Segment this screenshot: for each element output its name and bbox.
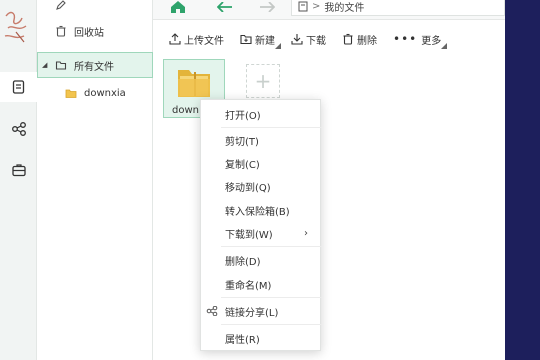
menu-item-label: 打开(O)	[225, 110, 261, 122]
menu-item-properties[interactable]: 属性(R)	[201, 327, 322, 349]
menu-item-label: 删除(D)	[225, 256, 261, 268]
delete-button[interactable]: 删除	[342, 32, 377, 47]
new-folder-icon	[240, 34, 252, 45]
arrow-right-icon	[260, 2, 275, 12]
menu-separator	[221, 127, 322, 128]
more-button[interactable]: ••• 更多	[393, 32, 448, 49]
home-icon	[171, 1, 185, 13]
share-icon	[11, 122, 26, 136]
menu-item-link-share[interactable]: 链接分享(L)	[201, 300, 322, 322]
files-icon	[12, 80, 24, 94]
tree-item-all-files[interactable]: ◢ 所有文件	[37, 52, 153, 78]
tree-item-edit[interactable]	[37, 0, 153, 18]
download-button[interactable]: 下载	[291, 32, 326, 47]
new-label: 新建	[255, 35, 275, 47]
breadcrumb-separator: >	[312, 0, 321, 12]
folder-icon	[55, 59, 67, 71]
expand-caret-icon[interactable]: ◢	[42, 61, 47, 69]
dropdown-corner-icon	[275, 42, 281, 49]
rail-toolbox-button[interactable]	[0, 155, 37, 185]
more-dots-icon: •••	[393, 32, 418, 46]
upload-button[interactable]: 上传文件	[169, 32, 224, 47]
tree-item-downxia[interactable]: downxia	[37, 80, 153, 106]
path-breadcrumb[interactable]: > 我的文件	[291, 0, 505, 16]
breadcrumb-root[interactable]: 我的文件	[324, 0, 364, 14]
tree-item-label: 回收站	[74, 27, 104, 39]
folder-tree: 回收站 ◢ 所有文件 downxia	[37, 0, 153, 360]
context-menu: 打开(O) 剪切(T) 复制(C) 移动到(Q) 转入保险箱(B) 下载到(W)…	[200, 99, 322, 351]
menu-separator	[221, 246, 322, 247]
menu-item-rename[interactable]: 重命名(M)	[201, 273, 322, 295]
menu-item-delete[interactable]: 删除(D)	[201, 249, 322, 271]
submenu-arrow-icon: ›	[304, 227, 308, 239]
document-icon	[298, 1, 308, 11]
add-item-button[interactable]: +	[246, 64, 280, 98]
menu-item-open[interactable]: 打开(O)	[201, 103, 322, 125]
menu-item-cut[interactable]: 剪切(T)	[201, 129, 322, 151]
file-name: down	[172, 105, 199, 116]
tree-item-recycle-bin[interactable]: 回收站	[37, 18, 153, 44]
briefcase-icon	[11, 164, 26, 177]
home-button[interactable]	[167, 0, 189, 14]
toolbar: 上传文件 新建 下载 删除 ••• 更多	[153, 24, 505, 54]
menu-item-move-to[interactable]: 移动到(Q)	[201, 175, 322, 197]
menu-item-label: 链接分享(L)	[225, 307, 279, 319]
forward-button[interactable]	[257, 0, 277, 14]
back-button[interactable]	[215, 0, 235, 14]
tree-item-label: 所有文件	[74, 61, 114, 73]
download-icon	[291, 34, 303, 45]
pencil-icon	[55, 0, 67, 11]
share-icon	[206, 306, 218, 316]
menu-item-label: 移动到(Q)	[225, 182, 271, 194]
download-label: 下载	[306, 35, 326, 47]
plus-icon: +	[254, 69, 272, 93]
background-window-edge	[505, 0, 540, 360]
menu-item-download-to[interactable]: 下载到(W) ›	[201, 222, 322, 244]
dropdown-corner-icon	[441, 42, 448, 49]
folder-icon	[65, 87, 77, 99]
new-button[interactable]: 新建	[240, 32, 281, 49]
rail-files-button[interactable]	[0, 72, 37, 102]
menu-item-label: 复制(C)	[225, 159, 260, 171]
menu-item-label: 剪切(T)	[225, 136, 259, 148]
left-rail	[0, 0, 37, 360]
delete-label: 删除	[357, 35, 377, 47]
arrow-left-icon	[217, 2, 232, 12]
more-label: 更多	[421, 35, 442, 47]
menu-item-label: 转入保险箱(B)	[225, 206, 290, 218]
menu-separator	[221, 297, 322, 298]
upload-label: 上传文件	[184, 35, 224, 47]
trash-icon	[55, 25, 67, 37]
menu-item-move-to-safe[interactable]: 转入保险箱(B)	[201, 199, 322, 221]
trash-icon	[343, 33, 353, 45]
menu-separator	[221, 324, 322, 325]
menu-item-copy[interactable]: 复制(C)	[201, 152, 322, 174]
nav-bar: > 我的文件	[153, 0, 505, 20]
tree-item-label: downxia	[84, 87, 126, 99]
upload-icon	[169, 33, 181, 45]
menu-item-label: 属性(R)	[225, 334, 260, 346]
rail-share-button[interactable]	[0, 114, 37, 144]
menu-item-label: 下载到(W)	[225, 229, 273, 241]
avatar-sketch-icon[interactable]	[2, 6, 34, 46]
folder-icon	[178, 70, 210, 97]
menu-item-label: 重命名(M)	[225, 280, 272, 292]
